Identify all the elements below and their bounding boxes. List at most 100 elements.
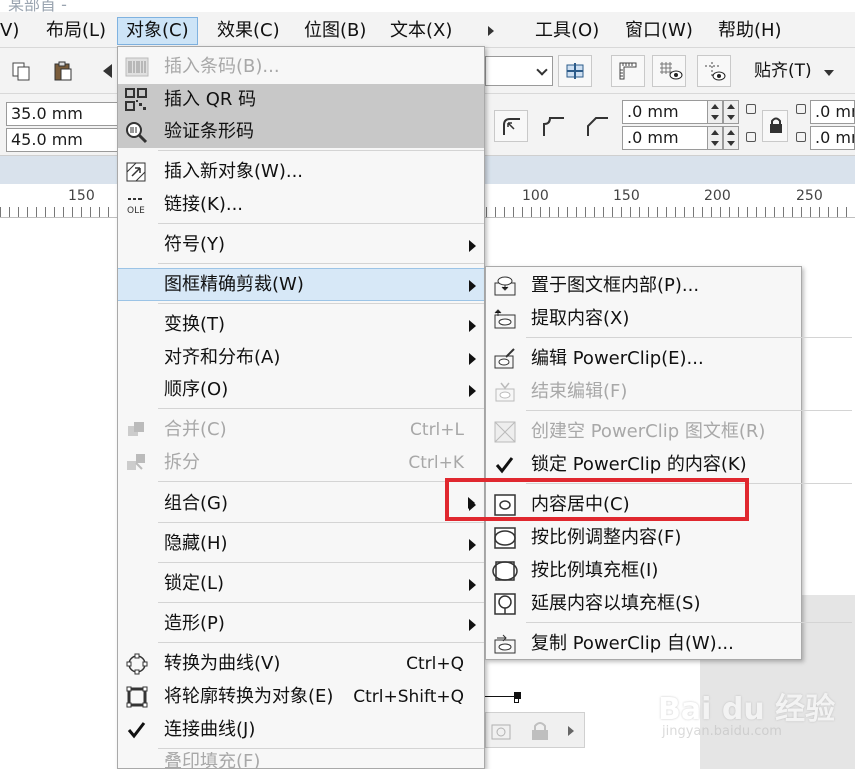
- menu-separator: [158, 303, 484, 304]
- finish-editing-icon: [492, 380, 518, 404]
- corner-radius-spinner[interactable]: [723, 100, 739, 124]
- svg-text:OLE: OLE: [127, 206, 145, 216]
- rulers-icon[interactable]: [611, 55, 645, 87]
- submenu-arrow-icon: [469, 385, 476, 397]
- stretch-contents-icon: [492, 592, 518, 616]
- menu-item-verify-barcode[interactable]: 验证条形码: [118, 116, 484, 148]
- submenu-item-fill-frame-proportionally[interactable]: 按比例填充框(I): [486, 555, 801, 587]
- convert-curves-icon: [124, 652, 150, 676]
- corner-radius-spinner[interactable]: [723, 126, 739, 150]
- lock-icon[interactable]: [528, 719, 552, 743]
- corner-radius-spinner[interactable]: [707, 100, 723, 124]
- menu-item-align-distribute[interactable]: 对齐和分布(A): [118, 342, 484, 374]
- corner-radius-top-right[interactable]: .0 mm: [810, 100, 855, 124]
- group-submenu-arrow-icon: [468, 497, 475, 509]
- powerclip-submenu: 置于图文框内部(P)... 提取内容(X) 编辑 PowerClip(E)...…: [485, 266, 852, 660]
- ole-link-icon: OLE: [124, 193, 150, 217]
- menu-layout[interactable]: 布局(L): [46, 17, 106, 45]
- submenu-item-stretch-contents[interactable]: 延展内容以填充框(S): [486, 588, 801, 620]
- menu-item-overprint-fill[interactable]: 叠印填充(F): [118, 752, 484, 769]
- expand-icon[interactable]: [568, 726, 574, 736]
- window-title: 某部首 -: [8, 0, 67, 12]
- menu-item-insert-new-object[interactable]: 插入新对象(W)...: [118, 156, 484, 188]
- paste-icon[interactable]: [46, 55, 80, 87]
- menu-item-insert-barcode[interactable]: 插入条码(B)...: [118, 51, 484, 83]
- corner-round-icon[interactable]: [494, 110, 528, 142]
- snap-chevron-icon[interactable]: [824, 70, 834, 76]
- menu-item-break-apart[interactable]: 拆分 Ctrl+K: [118, 447, 484, 479]
- submenu-item-copy-powerclip-from[interactable]: 复制 PowerClip 自(W)...: [486, 628, 801, 660]
- chevron-down-icon: [536, 64, 548, 76]
- menu-text[interactable]: 文本(X): [390, 17, 452, 45]
- menu-item-shaping[interactable]: 造形(P): [118, 608, 484, 640]
- menu-item-transform[interactable]: 变换(T): [118, 309, 484, 341]
- submenu-item-extract-contents[interactable]: 提取内容(X): [486, 303, 801, 335]
- copy-icon[interactable]: [4, 55, 38, 87]
- menu-bitmap[interactable]: 位图(B): [304, 17, 366, 45]
- menu-separator: [526, 622, 852, 623]
- back-icon[interactable]: [103, 64, 112, 78]
- corner-scallop-icon[interactable]: [540, 112, 568, 140]
- menu-separator: [158, 562, 484, 563]
- menu-separator: [158, 522, 484, 523]
- corner-chamfer-icon[interactable]: [584, 112, 612, 140]
- frame-icon[interactable]: [490, 719, 514, 743]
- submenu-arrow-icon: [469, 240, 476, 252]
- menu-tools[interactable]: 工具(O): [535, 17, 599, 45]
- selection-handle[interactable]: [514, 698, 519, 703]
- menubar-overflow-icon[interactable]: [488, 26, 494, 36]
- corner-radius-top-left[interactable]: .0 mm: [622, 100, 708, 124]
- object-height-field[interactable]: 45.0 mm: [6, 128, 118, 152]
- menu-item-insert-qr[interactable]: 插入 QR 码: [118, 84, 484, 116]
- menu-item-lock[interactable]: 锁定(L): [118, 568, 484, 600]
- menu-view[interactable]: V): [0, 17, 19, 45]
- full-screen-icon[interactable]: [558, 55, 592, 87]
- submenu-item-finish-editing[interactable]: 结束编辑(F): [486, 376, 801, 408]
- watermark-brand: Bai du 经验: [658, 692, 836, 727]
- snap-to-dropdown[interactable]: 贴齐(T): [754, 57, 812, 85]
- place-inside-frame-icon: [492, 274, 518, 298]
- zoom-select[interactable]: [485, 56, 553, 86]
- checkmark-icon: [492, 453, 518, 477]
- submenu-item-fit-contents-proportionally[interactable]: 按比例调整内容(F): [486, 522, 801, 554]
- menu-item-group[interactable]: 组合(G): [118, 488, 484, 520]
- submenu-arrow-icon: [469, 353, 476, 365]
- menu-item-combine[interactable]: 合并(C) Ctrl+L: [118, 414, 484, 446]
- ruler-label: 150: [613, 188, 640, 204]
- menu-window[interactable]: 窗口(W): [625, 17, 693, 45]
- grid-view-icon[interactable]: [652, 55, 686, 87]
- fill-proportional-icon: [492, 559, 518, 583]
- lock-ratio-icon[interactable]: [762, 110, 788, 142]
- corner-square-icon: [796, 104, 806, 114]
- menu-help[interactable]: 帮助(H): [718, 17, 782, 45]
- barcode-icon: [124, 55, 150, 79]
- menu-item-join-curves[interactable]: 连接曲线(J): [118, 714, 484, 746]
- menu-object[interactable]: 对象(C): [117, 17, 198, 45]
- submenu-item-create-empty-frame[interactable]: 创建空 PowerClip 图文框(R): [486, 416, 801, 448]
- ruler-label: 250: [796, 188, 823, 204]
- corner-radius-bottom-right[interactable]: .0 mm: [810, 126, 855, 150]
- submenu-item-edit-powerclip[interactable]: 编辑 PowerClip(E)...: [486, 343, 801, 375]
- menu-item-hide[interactable]: 隐藏(H): [118, 528, 484, 560]
- selected-object-edge: [485, 696, 517, 697]
- watermark: Bai du 经验 jingyan.baidu.com: [650, 680, 850, 750]
- menu-item-outline-to-object[interactable]: 将轮廓转换为对象(E) Ctrl+Shift+Q: [118, 681, 484, 713]
- object-width-field[interactable]: 35.0 mm: [6, 102, 118, 126]
- corner-radius-spinner[interactable]: [707, 126, 723, 150]
- menu-item-symbol[interactable]: 符号(Y): [118, 229, 484, 261]
- corner-radius-bottom-left[interactable]: .0 mm: [622, 126, 708, 150]
- submenu-item-lock-contents[interactable]: 锁定 PowerClip 的内容(K): [486, 449, 801, 481]
- menu-item-convert-to-curves[interactable]: 转换为曲线(V) Ctrl+Q: [118, 648, 484, 680]
- submenu-item-place-inside-frame[interactable]: 置于图文框内部(P)...: [486, 270, 801, 302]
- menu-separator: [158, 748, 484, 749]
- menu-item-links[interactable]: OLE 链接(K)...: [118, 189, 484, 221]
- menu-separator: [158, 150, 484, 151]
- menu-effects[interactable]: 效果(C): [217, 17, 280, 45]
- corner-square-icon: [746, 104, 756, 114]
- guidelines-view-icon[interactable]: [697, 55, 731, 87]
- menu-item-powerclip[interactable]: 图框精确剪裁(W): [118, 268, 484, 301]
- menu-item-order[interactable]: 顺序(O): [118, 374, 484, 406]
- corner-square-icon: [746, 132, 756, 142]
- submenu-arrow-icon: [469, 539, 476, 551]
- submenu-arrow-icon: [469, 579, 476, 591]
